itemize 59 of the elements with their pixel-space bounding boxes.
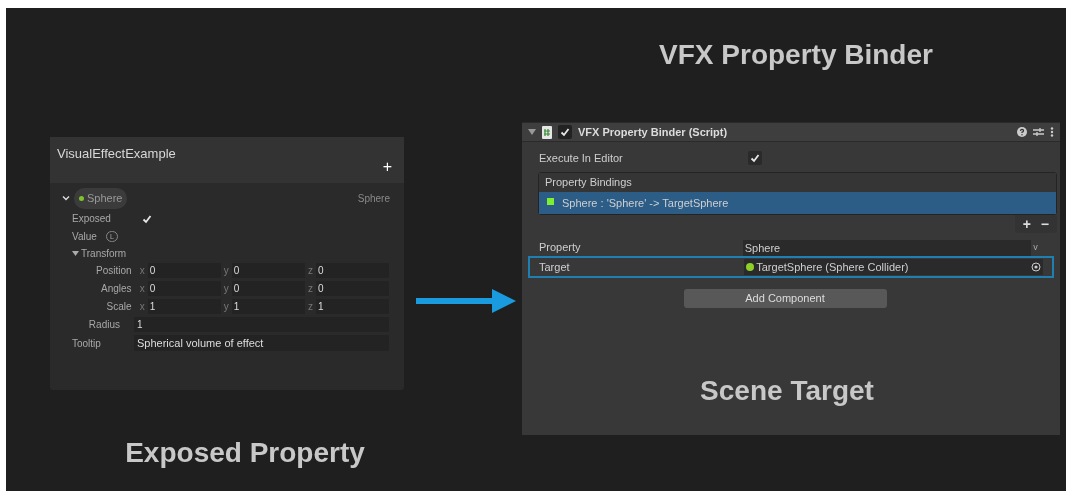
object-field[interactable]: TargetSphere (Sphere Collider) xyxy=(744,259,1043,275)
triangle-icon[interactable] xyxy=(528,128,536,136)
triangle-icon[interactable] xyxy=(72,249,79,257)
arrow-icon xyxy=(416,289,516,313)
number-field[interactable]: 0 xyxy=(315,263,389,278)
number-field[interactable]: 1 xyxy=(147,299,221,314)
checkbox[interactable] xyxy=(748,151,762,165)
number-field[interactable]: 0 xyxy=(231,281,305,296)
field-label: Target xyxy=(539,259,571,275)
square-icon xyxy=(547,197,554,205)
axis-label: z xyxy=(307,264,313,278)
sliders-icon[interactable] xyxy=(1033,127,1044,137)
script-icon xyxy=(542,125,552,139)
caption: Scene Target xyxy=(700,374,874,408)
property-pill[interactable]: Sphere xyxy=(74,188,128,209)
section-label: Transform xyxy=(81,246,127,261)
add-button[interactable]: + xyxy=(1022,213,1031,235)
remove-button[interactable]: − xyxy=(1040,213,1049,235)
more-icon[interactable] xyxy=(1050,127,1054,137)
number-field[interactable]: 0 xyxy=(147,281,221,296)
field-label: Value xyxy=(72,229,98,244)
add-component-button[interactable]: Add Component xyxy=(683,289,887,308)
dropdown-field[interactable]: Sphere xyxy=(742,239,1032,256)
field-label: Radius xyxy=(87,318,121,332)
axis-label: x xyxy=(139,282,145,296)
panel-title: VisualEffectExample xyxy=(57,145,176,163)
field-label: Tooltip xyxy=(71,336,102,351)
field-label: Angles xyxy=(100,282,133,296)
number-field[interactable]: 0 xyxy=(147,263,221,278)
add-button[interactable]: + xyxy=(382,159,392,175)
axis-label: z xyxy=(307,282,313,296)
axis-label: y xyxy=(223,282,229,296)
axis-label: y xyxy=(223,264,229,278)
number-field[interactable]: 1 xyxy=(315,299,389,314)
axis-label: x xyxy=(139,300,145,314)
field-label: Position xyxy=(95,264,133,278)
help-icon[interactable] xyxy=(1017,127,1027,137)
axis-label: y xyxy=(223,300,229,314)
chevron-icon[interactable] xyxy=(62,194,70,203)
checkbox[interactable] xyxy=(558,125,572,139)
axis-label: z xyxy=(307,300,313,314)
field-label: Scale xyxy=(105,300,133,314)
dropdown-button[interactable]: v xyxy=(1033,240,1043,255)
caption: Exposed Property xyxy=(124,436,366,470)
number-field[interactable]: 0 xyxy=(315,281,389,296)
target-icon[interactable] xyxy=(1031,262,1041,272)
component-title: VFX Property Binder (Script) xyxy=(578,124,728,140)
binding-row[interactable]: Sphere : 'Sphere' -> TargetSphere xyxy=(539,192,1056,214)
text-field[interactable]: Spherical volume of effect xyxy=(134,334,389,352)
field-label: Exposed xyxy=(72,212,112,226)
axis-label: x xyxy=(139,264,145,278)
field-label: Execute In Editor xyxy=(539,150,624,166)
list-header: Property Bindings xyxy=(539,173,1056,192)
heading: VFX Property Binder xyxy=(659,38,933,72)
number-field[interactable]: 1 xyxy=(134,317,389,332)
field-label: Property xyxy=(539,240,582,256)
property-type: Sphere xyxy=(357,191,390,206)
number-field[interactable]: 0 xyxy=(231,263,305,278)
number-field[interactable]: 1 xyxy=(231,299,305,314)
